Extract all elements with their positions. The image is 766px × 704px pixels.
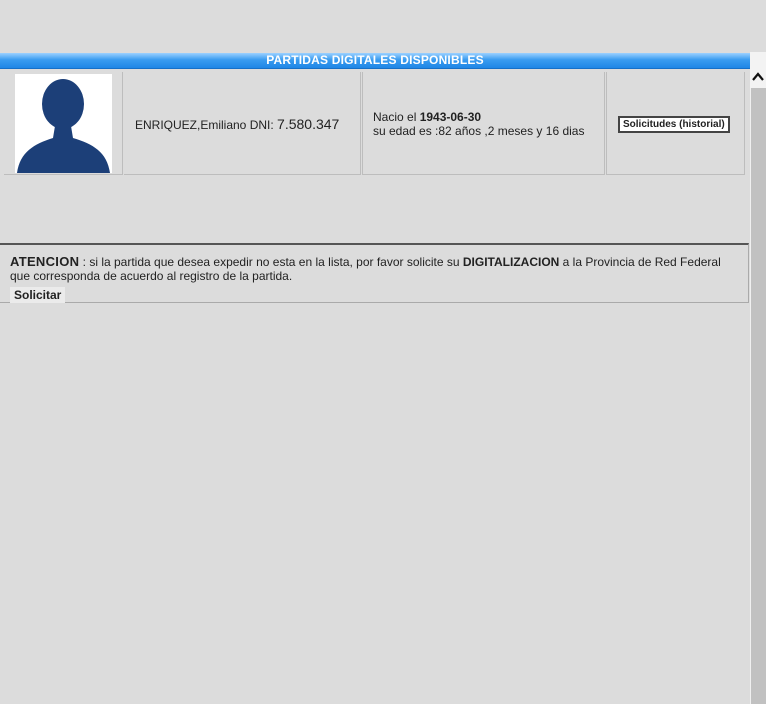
history-button[interactable]: Solicitudes (historial) (618, 116, 730, 133)
birth-cell: Nacio el 1943-06-30 su edad es :82 años … (362, 72, 605, 175)
notice-text: ATENCION : si la partida que desea exped… (10, 254, 740, 284)
action-cell: Solicitudes (historial) (606, 72, 745, 175)
person-record-row: ENRIQUEZ,Emiliano DNI: 7.580.347 Nacio e… (4, 72, 746, 176)
section-banner: PARTIDAS DIGITALES DISPONIBLES (0, 53, 750, 69)
scrollbar-thumb[interactable] (751, 88, 766, 704)
person-name-label: ENRIQUEZ,Emiliano DNI: (135, 118, 278, 132)
photo-cell (4, 72, 123, 175)
section-title: PARTIDAS DIGITALES DISPONIBLES (266, 53, 484, 67)
vertical-scrollbar[interactable] (750, 52, 766, 704)
request-button[interactable]: Solicitar (10, 287, 66, 303)
user-silhouette-icon (17, 79, 110, 173)
scroll-up-button[interactable] (750, 52, 766, 88)
name-cell: ENRIQUEZ,Emiliano DNI: 7.580.347 (124, 72, 361, 175)
chevron-up-icon (752, 72, 764, 81)
notice-text-part1: : si la partida que desea expedir no est… (79, 255, 463, 269)
notice-label: ATENCION (10, 254, 80, 269)
birth-date: 1943-06-30 (419, 110, 482, 124)
birth-info: Nacio el 1943-06-30 su edad es :82 años … (373, 110, 584, 138)
person-name: ENRIQUEZ,Emiliano DNI: 7.580.347 (135, 116, 339, 132)
age-text: su edad es :82 años ,2 meses y 16 dias (373, 124, 585, 138)
avatar (15, 74, 112, 173)
birth-label: Nacio el (373, 110, 420, 124)
person-dni: 7.580.347 (277, 116, 340, 132)
notice-highlight: DIGITALIZACION (462, 255, 560, 269)
notice-box: ATENCION : si la partida que desea exped… (0, 243, 749, 303)
